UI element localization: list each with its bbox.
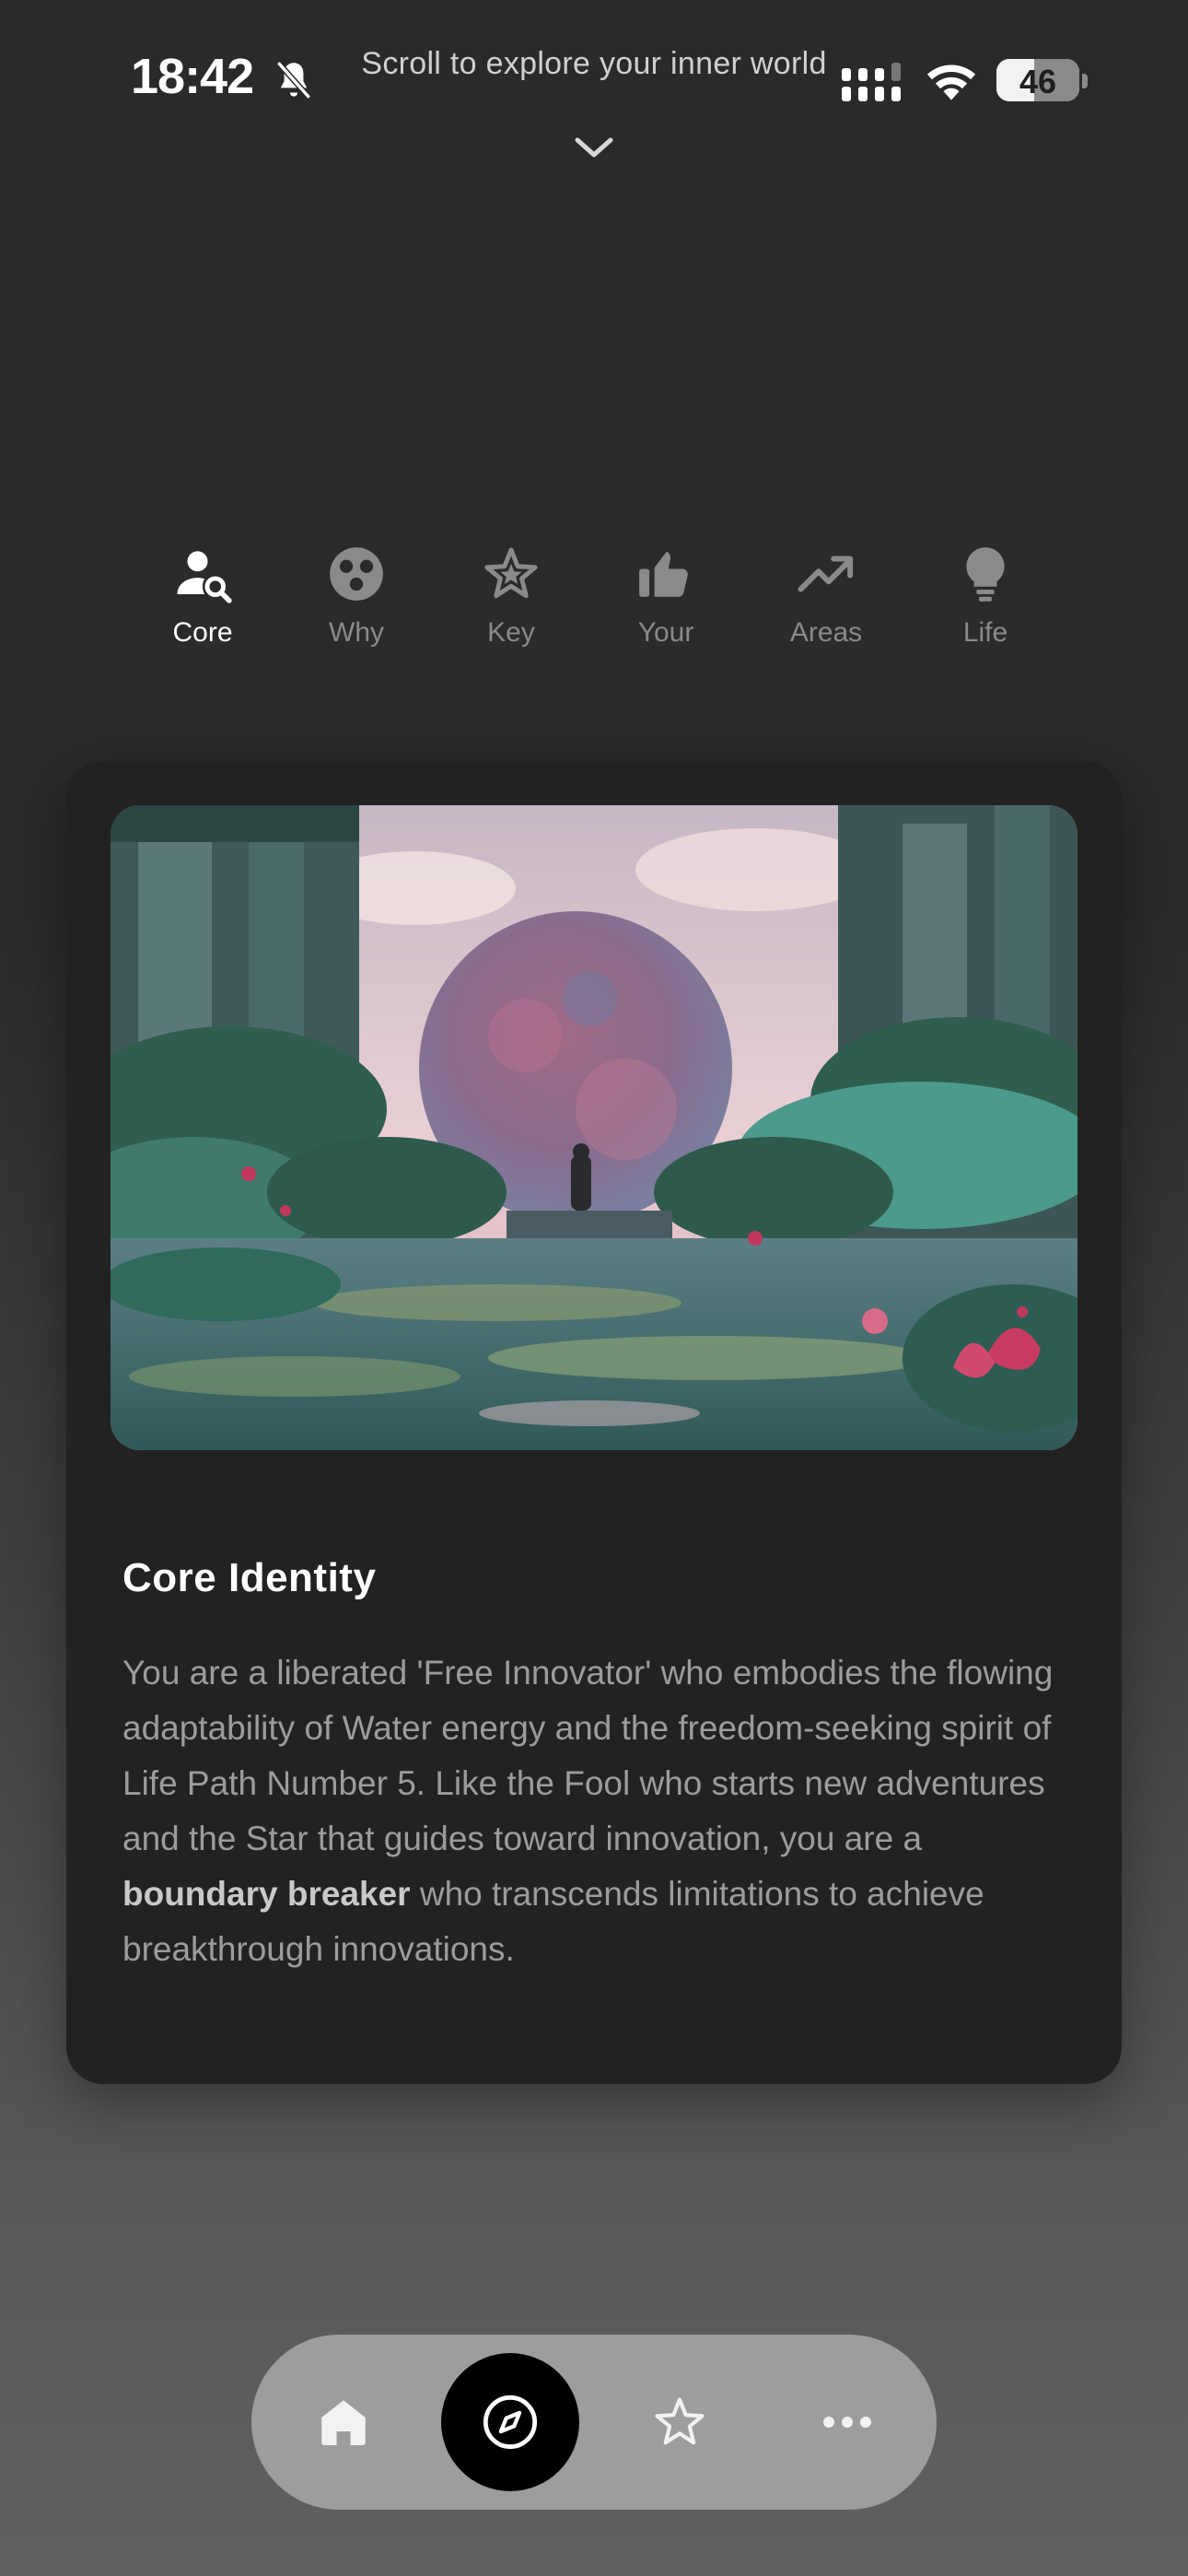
compass-icon (483, 2395, 538, 2450)
more-icon (823, 2417, 871, 2428)
person-search-icon (177, 551, 232, 603)
tab-label: Core (172, 617, 233, 648)
scroll-hint: Scroll to explore your inner world (361, 46, 827, 81)
tab-core[interactable]: Core (129, 544, 276, 649)
bottom-nav (251, 2335, 937, 2510)
tab-label: Life (962, 617, 1008, 648)
trending-up-icon (798, 556, 854, 592)
home-icon (321, 2400, 366, 2445)
star-icon (484, 547, 538, 599)
tab-label: Why (329, 617, 384, 648)
tab-label: Key (487, 617, 535, 648)
card-title: Core Identity (122, 1555, 377, 1600)
tab-key[interactable]: Key (437, 544, 585, 649)
card-body-text: You are a liberated 'Free Innovator' who… (122, 1654, 1054, 1857)
tab-why[interactable]: Why (283, 544, 430, 649)
nav-explore-button[interactable] (441, 2353, 579, 2491)
chevron-down-icon[interactable] (572, 131, 616, 164)
lightbulb-icon (966, 547, 1005, 602)
circles-icon (330, 547, 383, 601)
card-body: You are a liberated 'Free Innovator' who… (122, 1645, 1080, 1977)
star-icon (655, 2397, 705, 2445)
card-illustration (111, 805, 1077, 1450)
nav-home-button[interactable] (274, 2335, 413, 2510)
card-body-highlight: boundary breaker (122, 1875, 411, 1913)
tab-areas[interactable]: Areas (752, 544, 900, 649)
tab-label: Areas (789, 617, 863, 648)
section-tabs: Core Why Key Your Areas Life (0, 544, 1188, 673)
tab-your[interactable]: Your (592, 544, 740, 649)
moon-lotus-painting (111, 805, 1077, 1450)
tab-label: Your (637, 617, 694, 648)
tab-life[interactable]: Life (912, 544, 1059, 649)
core-identity-card: Core Identity You are a liberated 'Free … (66, 761, 1122, 2084)
nav-favorites-button[interactable] (611, 2335, 749, 2510)
nav-more-button[interactable] (778, 2335, 916, 2510)
thumbs-up-icon (639, 551, 688, 597)
